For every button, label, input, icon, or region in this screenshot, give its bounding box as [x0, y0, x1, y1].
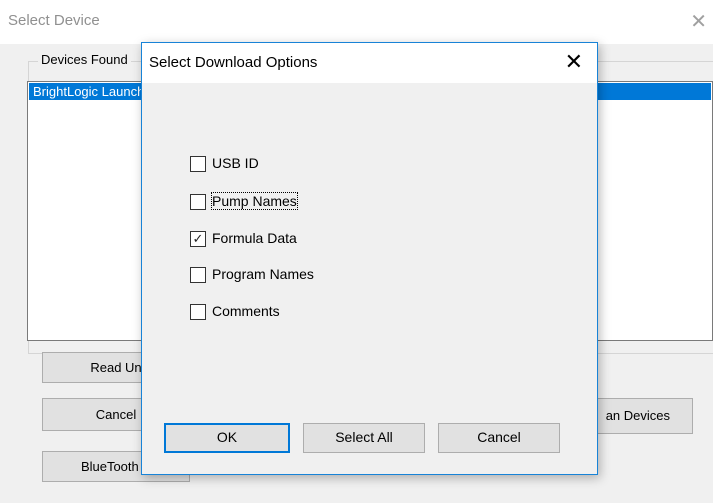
- list-item-label: BrightLogic Launcher: [33, 84, 156, 99]
- dialog-title: Select Download Options: [149, 54, 318, 71]
- ok-button-label: OK: [216, 429, 238, 445]
- checkbox[interactable]: [190, 194, 206, 210]
- checkbox[interactable]: [190, 156, 206, 172]
- cancel-button-label: Cancel: [477, 429, 521, 445]
- dialog-titlebar: Select Download Options ✕: [142, 43, 597, 83]
- select-all-button-label: Select All: [335, 429, 393, 445]
- option-label: Comments: [212, 303, 280, 319]
- select-device-title: Select Device: [8, 12, 100, 29]
- cancel-button[interactable]: Cancel: [438, 423, 560, 453]
- option-label: USB ID: [212, 155, 259, 171]
- select-device-titlebar: Select Device ✕: [0, 0, 713, 44]
- devices-found-label: Devices Found: [38, 52, 131, 67]
- checkbox[interactable]: ✓: [190, 231, 206, 247]
- cancel-button-label: Cancel: [95, 407, 137, 422]
- scan-devices-button-label: an Devices: [605, 408, 670, 423]
- option-label: Pump Names: [211, 192, 298, 210]
- checkbox[interactable]: [190, 304, 206, 320]
- select-all-button[interactable]: Select All: [303, 423, 425, 453]
- read-button-label: Read Un: [90, 360, 142, 375]
- option-label: Formula Data: [212, 230, 297, 246]
- close-icon[interactable]: ✕: [690, 9, 707, 34]
- checkbox[interactable]: [190, 267, 206, 283]
- option-label: Program Names: [212, 266, 314, 282]
- close-icon[interactable]: ✕: [565, 49, 583, 75]
- ok-button[interactable]: OK: [164, 423, 290, 453]
- select-download-options-dialog: Select Download Options ✕ USB ID Pump Na…: [141, 42, 598, 475]
